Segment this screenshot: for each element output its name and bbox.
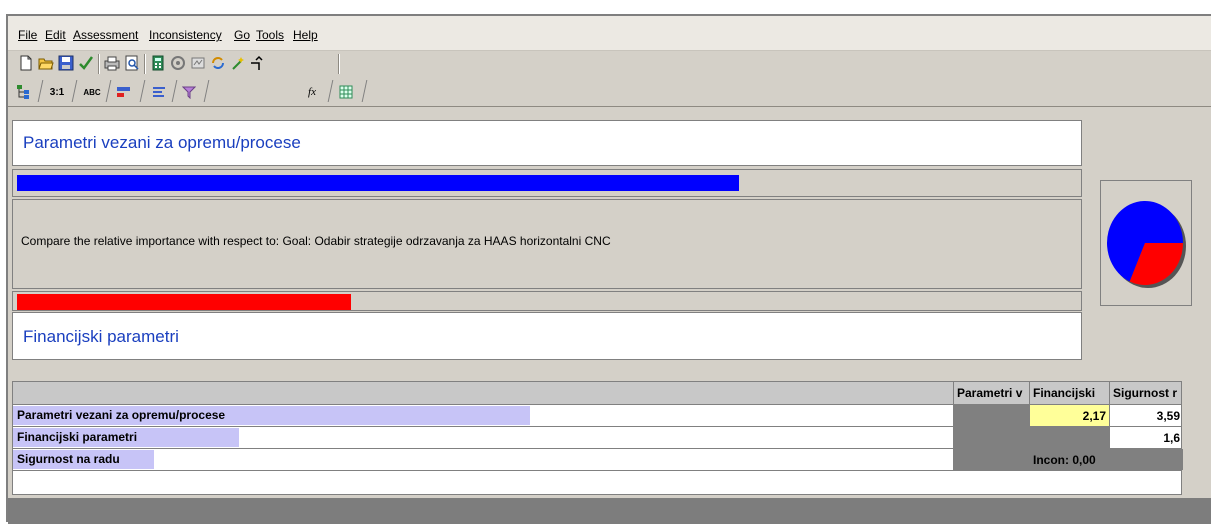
open-folder-icon[interactable] xyxy=(38,55,54,71)
element2-title: Financijski parametri xyxy=(23,327,179,346)
comparison-matrix: Parametri v Financijski Sigurnost r Para… xyxy=(12,381,1183,495)
element1-bar-panel[interactable] xyxy=(12,169,1082,197)
tab-formula[interactable]: fx xyxy=(300,82,324,102)
sensitivity-icon[interactable] xyxy=(170,55,186,71)
magic-wand-icon[interactable] xyxy=(230,55,246,71)
tab-questionnaire[interactable] xyxy=(148,82,170,102)
print-preview-icon[interactable] xyxy=(124,55,140,71)
save-icon[interactable] xyxy=(58,55,74,71)
matrix-cell xyxy=(1109,449,1183,470)
question-panel: Compare the relative importance with res… xyxy=(12,199,1082,289)
element2-weight-bar[interactable] xyxy=(17,294,351,310)
element1-title-panel: Parametri vezani za opremu/procese xyxy=(12,120,1082,166)
matrix-row: Parametri vezani za opremu/procese 2,17 … xyxy=(13,405,1181,427)
menu-bar: File Edit Assessment Inconsistency Go To… xyxy=(8,16,1211,51)
matrix-row-label[interactable]: Financijski parametri xyxy=(13,427,953,448)
check-icon[interactable] xyxy=(78,55,94,71)
matrix-cell xyxy=(953,427,1029,448)
new-file-icon[interactable] xyxy=(18,55,34,71)
menu-inconsistency[interactable]: Inconsistency xyxy=(149,28,222,42)
calculator-icon[interactable] xyxy=(150,55,166,71)
app-window: File Edit Assessment Inconsistency Go To… xyxy=(6,14,1211,524)
matrix-cell[interactable]: 2,17 xyxy=(1029,405,1109,426)
matrix-header-col1[interactable]: Parametri v xyxy=(953,382,1029,404)
matrix-cell xyxy=(1029,427,1109,448)
print-icon[interactable] xyxy=(104,55,120,71)
element2-bar-panel[interactable] xyxy=(12,291,1082,311)
matrix-cell[interactable]: 3,59 xyxy=(1109,405,1183,426)
view-tabs: 3:1 ABC fx xyxy=(8,78,1211,107)
network-icon[interactable] xyxy=(190,55,206,71)
menu-help[interactable]: Help xyxy=(293,28,318,42)
menu-edit[interactable]: Edit xyxy=(45,28,66,42)
matrix-row: Financijski parametri 1,6 xyxy=(13,427,1181,449)
tab-grid[interactable] xyxy=(334,82,358,102)
matrix-row-label[interactable]: Parametri vezani za opremu/procese xyxy=(13,405,953,426)
inconsistency-ratio: Incon: 0,00 xyxy=(1029,449,1109,470)
menu-tools[interactable]: Tools xyxy=(256,28,284,42)
grid-icon xyxy=(339,85,353,99)
matrix-header-col2[interactable]: Financijski xyxy=(1029,382,1109,404)
matrix-header-row: Parametri v Financijski Sigurnost r xyxy=(13,382,1181,405)
tab-numerical[interactable]: 3:1 xyxy=(44,82,70,102)
tab-graphical[interactable] xyxy=(112,82,136,102)
pie-chart-panel xyxy=(1100,180,1192,306)
menu-go[interactable]: Go xyxy=(234,28,250,42)
matrix-header-col3[interactable]: Sigurnost r xyxy=(1109,382,1183,404)
menu-file[interactable]: File xyxy=(18,28,37,42)
matrix-cell xyxy=(953,405,1029,426)
status-bar xyxy=(8,498,1211,524)
matrix-cell xyxy=(953,449,1029,470)
element2-title-panel: Financijski parametri xyxy=(12,312,1082,360)
matrix-row-label[interactable]: Sigurnost na radu xyxy=(13,449,953,470)
filter-icon xyxy=(182,86,196,99)
matrix-cell[interactable]: 1,6 xyxy=(1109,427,1183,448)
comparison-question: Compare the relative importance with res… xyxy=(21,234,611,248)
arrow-up-right-icon[interactable] xyxy=(248,55,264,71)
tab-filter[interactable] xyxy=(178,82,200,102)
refresh-icon[interactable] xyxy=(210,55,226,71)
tab-verbal[interactable]: ABC xyxy=(80,82,104,102)
toolbar xyxy=(8,52,1211,78)
element1-title: Parametri vezani za opremu/procese xyxy=(23,133,301,152)
pie-chart xyxy=(1107,201,1186,288)
element1-weight-bar[interactable] xyxy=(17,175,739,191)
questionnaire-icon xyxy=(153,87,165,97)
tab-tree[interactable] xyxy=(12,82,36,102)
matrix-row: Sigurnost na radu Incon: 0,00 xyxy=(13,449,1183,471)
tree-icon xyxy=(17,85,29,99)
graphical-bars-icon xyxy=(117,87,130,97)
menu-assessment[interactable]: Assessment xyxy=(73,28,138,42)
